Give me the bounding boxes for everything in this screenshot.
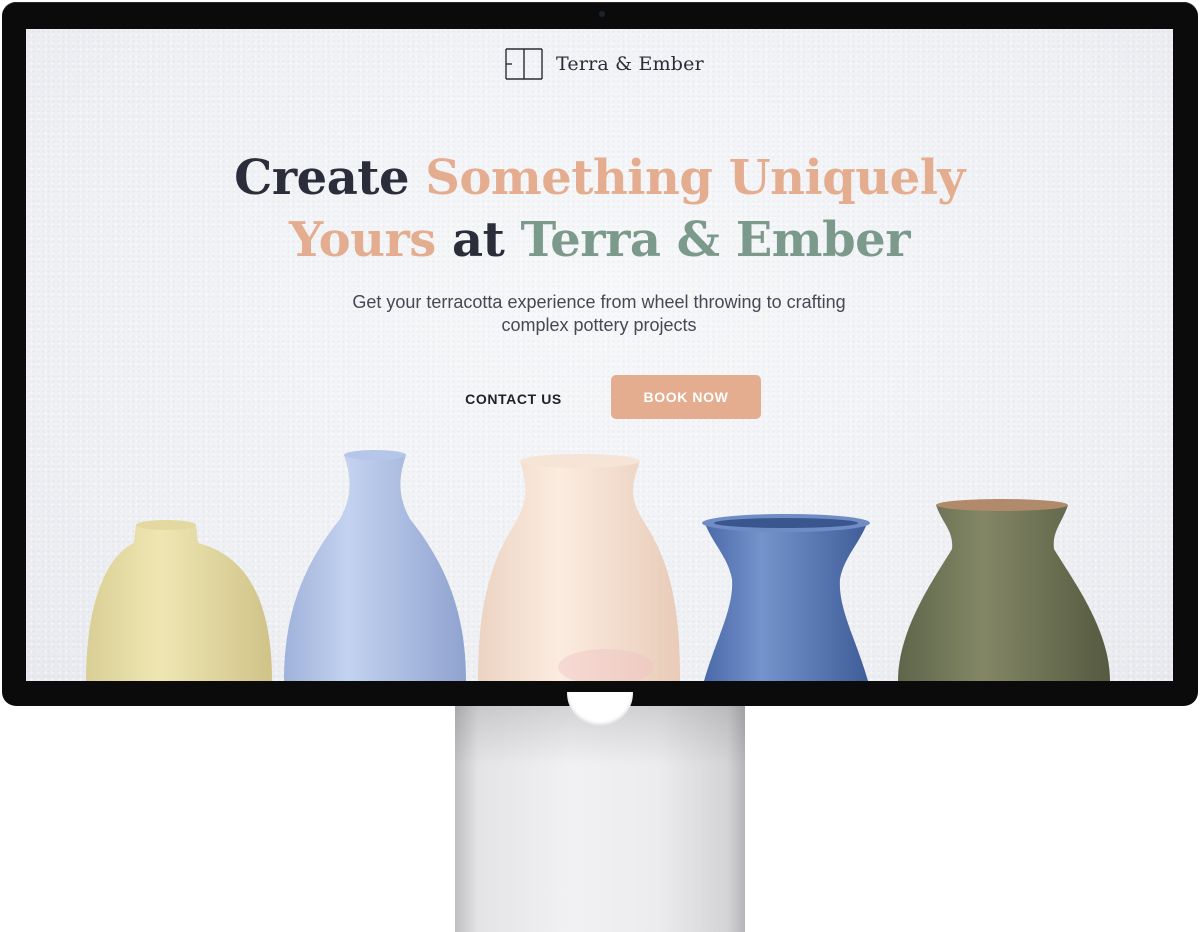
vases-photo <box>86 450 1110 681</box>
site-logo[interactable]: Terra & Ember <box>504 47 704 81</box>
headline-brand: Terra & Ember <box>520 212 911 268</box>
subtitle-line-2: complex pottery projects <box>501 315 697 335</box>
hero-headline: Create Something Uniquely Yours at Terra… <box>26 147 1173 271</box>
headline-create: Create <box>234 150 426 206</box>
yellow-vase <box>86 520 272 681</box>
cream-vase <box>478 454 680 681</box>
brand-name: Terra & Ember <box>556 53 704 75</box>
headline-something-uniquely: Something Uniquely <box>425 150 965 206</box>
book-now-button[interactable]: BOOK NOW <box>611 375 761 419</box>
headline-yours: Yours <box>289 212 436 268</box>
light-blue-vase <box>284 450 466 681</box>
monitor-stand <box>455 692 745 932</box>
headline-at: at <box>435 212 521 268</box>
website-screen: Terra & Ember Create Something Uniquely … <box>26 29 1173 681</box>
olive-vase <box>898 499 1110 681</box>
subtitle-line-1: Get your terracotta experience from whee… <box>352 292 846 312</box>
terra-ember-logo-icon <box>505 48 543 80</box>
webcam-icon <box>599 11 605 17</box>
monitor-mockup: Terra & Ember Create Something Uniquely … <box>0 0 1200 932</box>
hero-subtitle: Get your terracotta experience from whee… <box>299 291 899 337</box>
contact-us-button[interactable]: CONTACT US <box>456 377 571 421</box>
blue-vase <box>702 514 870 681</box>
